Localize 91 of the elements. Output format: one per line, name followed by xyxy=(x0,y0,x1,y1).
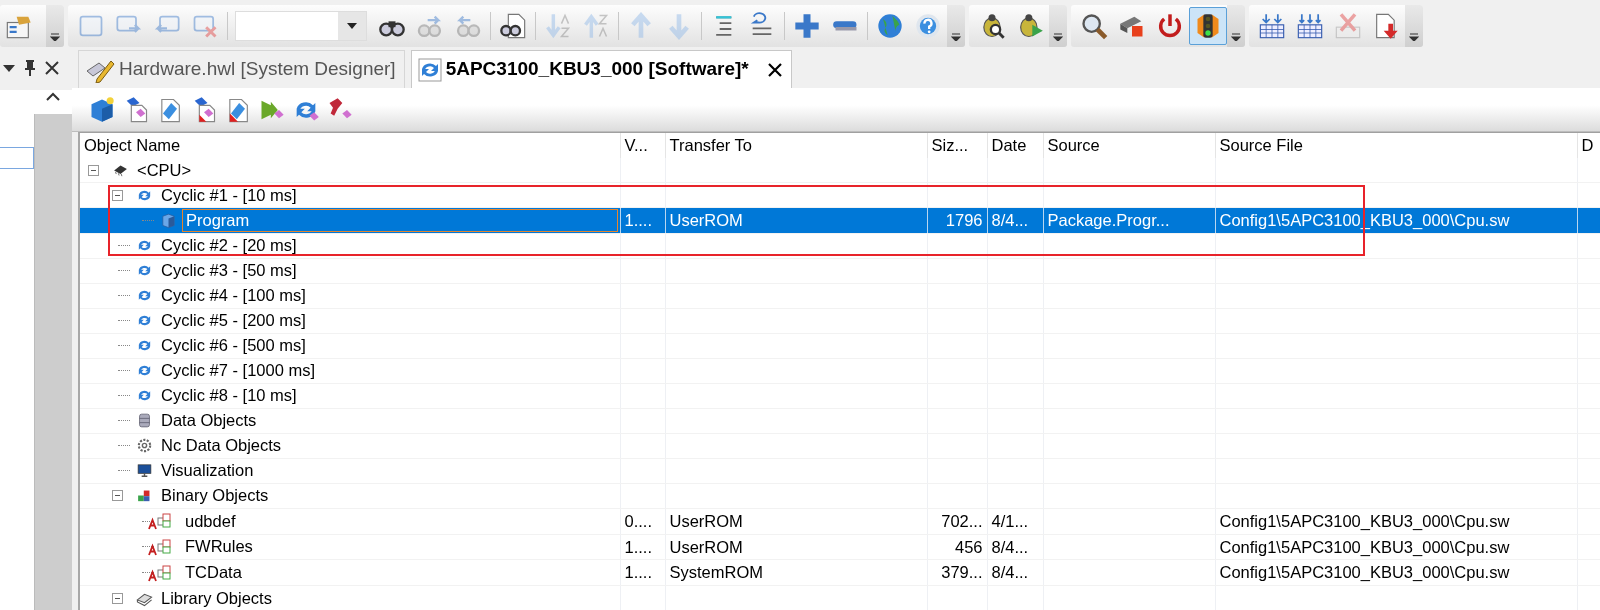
grid-arrow-icon xyxy=(1296,12,1324,40)
column-header[interactable]: Date xyxy=(987,133,1043,158)
tree-item[interactable]: Program xyxy=(182,208,618,232)
table-cell: 456 xyxy=(954,537,983,556)
tab-label: 5APC3100_KBU3_000 [Software]* xyxy=(445,57,749,82)
help-icon xyxy=(914,12,942,40)
tree-item[interactable]: <CPU> xyxy=(134,159,195,181)
binoculars-document-icon xyxy=(499,12,527,40)
toolbar-overflow-button[interactable] xyxy=(1227,5,1245,47)
close-icon[interactable] xyxy=(766,61,783,78)
table-cell: Package.Progr... xyxy=(1047,211,1170,229)
table-cell: SystemROM xyxy=(669,563,763,582)
table-cell: UserROM xyxy=(669,211,743,229)
gear-icon xyxy=(136,437,153,455)
toolbar-overflow-button[interactable] xyxy=(46,5,64,47)
pin-icon[interactable] xyxy=(22,59,38,77)
chevron-down-icon xyxy=(951,33,961,41)
tab-label: Hardware.hwl [System Designer] xyxy=(119,57,396,82)
toolbar-overflow-button[interactable] xyxy=(947,5,965,47)
dropdown-icon[interactable] xyxy=(2,63,16,73)
globe-icon xyxy=(876,12,904,40)
list-icon xyxy=(715,14,733,38)
table-cell: 4/1... xyxy=(991,511,1029,530)
sort-arrow-icon xyxy=(582,12,610,40)
table-cell: UserROM xyxy=(669,537,743,556)
tree-item[interactable]: Visualization xyxy=(158,460,257,482)
column-header[interactable]: D xyxy=(1577,133,1600,158)
tree-item[interactable]: Cyclic #2 - [20 ms] xyxy=(158,235,300,257)
collapse-toggle[interactable] xyxy=(88,164,99,176)
table-cell: 1.... xyxy=(624,563,652,582)
toolbar-button[interactable] xyxy=(1189,7,1227,45)
magnifier-icon xyxy=(1080,12,1108,40)
table-cell: 8/4... xyxy=(991,563,1029,582)
table-cell: 8/4... xyxy=(991,211,1029,229)
column-header[interactable]: Source xyxy=(1043,133,1215,158)
refresh-icon xyxy=(417,57,442,82)
plus-icon xyxy=(793,12,821,40)
column-header[interactable]: Source File xyxy=(1215,133,1577,158)
monitor-icon xyxy=(136,462,153,480)
chevron-down-icon xyxy=(1231,33,1241,41)
tree-item[interactable]: Binary Objects xyxy=(158,485,272,507)
tree-item[interactable]: Nc Data Objects xyxy=(158,435,285,457)
table-cell: Config1\5APC3100_KBU3_000\Cpu.sw xyxy=(1219,537,1510,556)
table-cell: 0.... xyxy=(624,511,652,530)
close-icon[interactable] xyxy=(44,60,60,76)
tree-item[interactable]: FWRules xyxy=(182,536,256,558)
grid-arrow-icon xyxy=(1258,12,1286,40)
table-cell: UserROM xyxy=(669,511,743,530)
table-cell: Config1\5APC3100_KBU3_000\Cpu.sw xyxy=(1219,511,1510,530)
chevron-down-icon xyxy=(1409,33,1419,41)
chevron-down-icon xyxy=(50,33,60,41)
scroll-up-icon[interactable] xyxy=(46,92,60,102)
tree-item[interactable]: Cyclic #8 - [10 ms] xyxy=(158,385,300,407)
collapse-toggle[interactable] xyxy=(112,592,123,604)
table-cell: 702... xyxy=(941,511,983,530)
chevron-down-icon xyxy=(1053,33,1063,41)
minus-icon xyxy=(832,20,858,32)
column-header[interactable]: Object Name xyxy=(80,133,620,158)
table-cell: 1796 xyxy=(945,211,983,229)
tree-item[interactable]: udbdef xyxy=(182,510,239,532)
power-icon xyxy=(1156,12,1184,40)
tree-item[interactable]: Cyclic #7 - [1000 ms] xyxy=(158,360,319,382)
document-tab[interactable]: 5APC3100_KBU3_000 [Software]* xyxy=(410,50,792,88)
database-icon xyxy=(136,412,153,430)
combo-field[interactable] xyxy=(235,11,367,41)
column-header[interactable]: V... xyxy=(620,133,665,158)
cube-icon xyxy=(160,211,177,229)
table-cell: 379... xyxy=(941,563,983,582)
tree-item[interactable]: TCData xyxy=(182,562,245,584)
table-cell: 1.... xyxy=(624,211,652,229)
table-cell: 8/4... xyxy=(991,537,1029,556)
column-header[interactable]: Transfer To xyxy=(665,133,927,158)
tree-item[interactable]: Cyclic #6 - [500 ms] xyxy=(158,335,309,357)
tree-item[interactable]: Cyclic #5 - [200 ms] xyxy=(158,310,309,332)
toolbar-overflow-button[interactable] xyxy=(1405,5,1423,47)
caret-icon xyxy=(346,22,358,30)
grid-cross-icon xyxy=(1334,12,1362,40)
collapse-toggle[interactable] xyxy=(112,490,123,502)
toolbar-overflow-button[interactable] xyxy=(1049,5,1067,47)
tree-item[interactable]: Cyclic #3 - [50 ms] xyxy=(158,260,300,282)
collapse-toggle[interactable] xyxy=(112,189,123,201)
dropdown-button[interactable] xyxy=(338,12,366,40)
tree-item[interactable]: Cyclic #1 - [10 ms] xyxy=(158,184,300,206)
tree-item[interactable]: Data Objects xyxy=(158,410,260,432)
table-cell: Config1\5APC3100_KBU3_000\Cpu.sw xyxy=(1219,563,1510,582)
document-tab[interactable]: Hardware.hwl [System Designer] xyxy=(78,50,405,88)
tree-item[interactable]: Library Objects xyxy=(158,587,275,609)
table-cell: 1.... xyxy=(624,537,652,556)
column-header[interactable]: Siz... xyxy=(927,133,987,158)
tree-item[interactable]: Cyclic #4 - [100 ms] xyxy=(158,285,309,307)
sort-arrow-icon xyxy=(544,12,572,40)
